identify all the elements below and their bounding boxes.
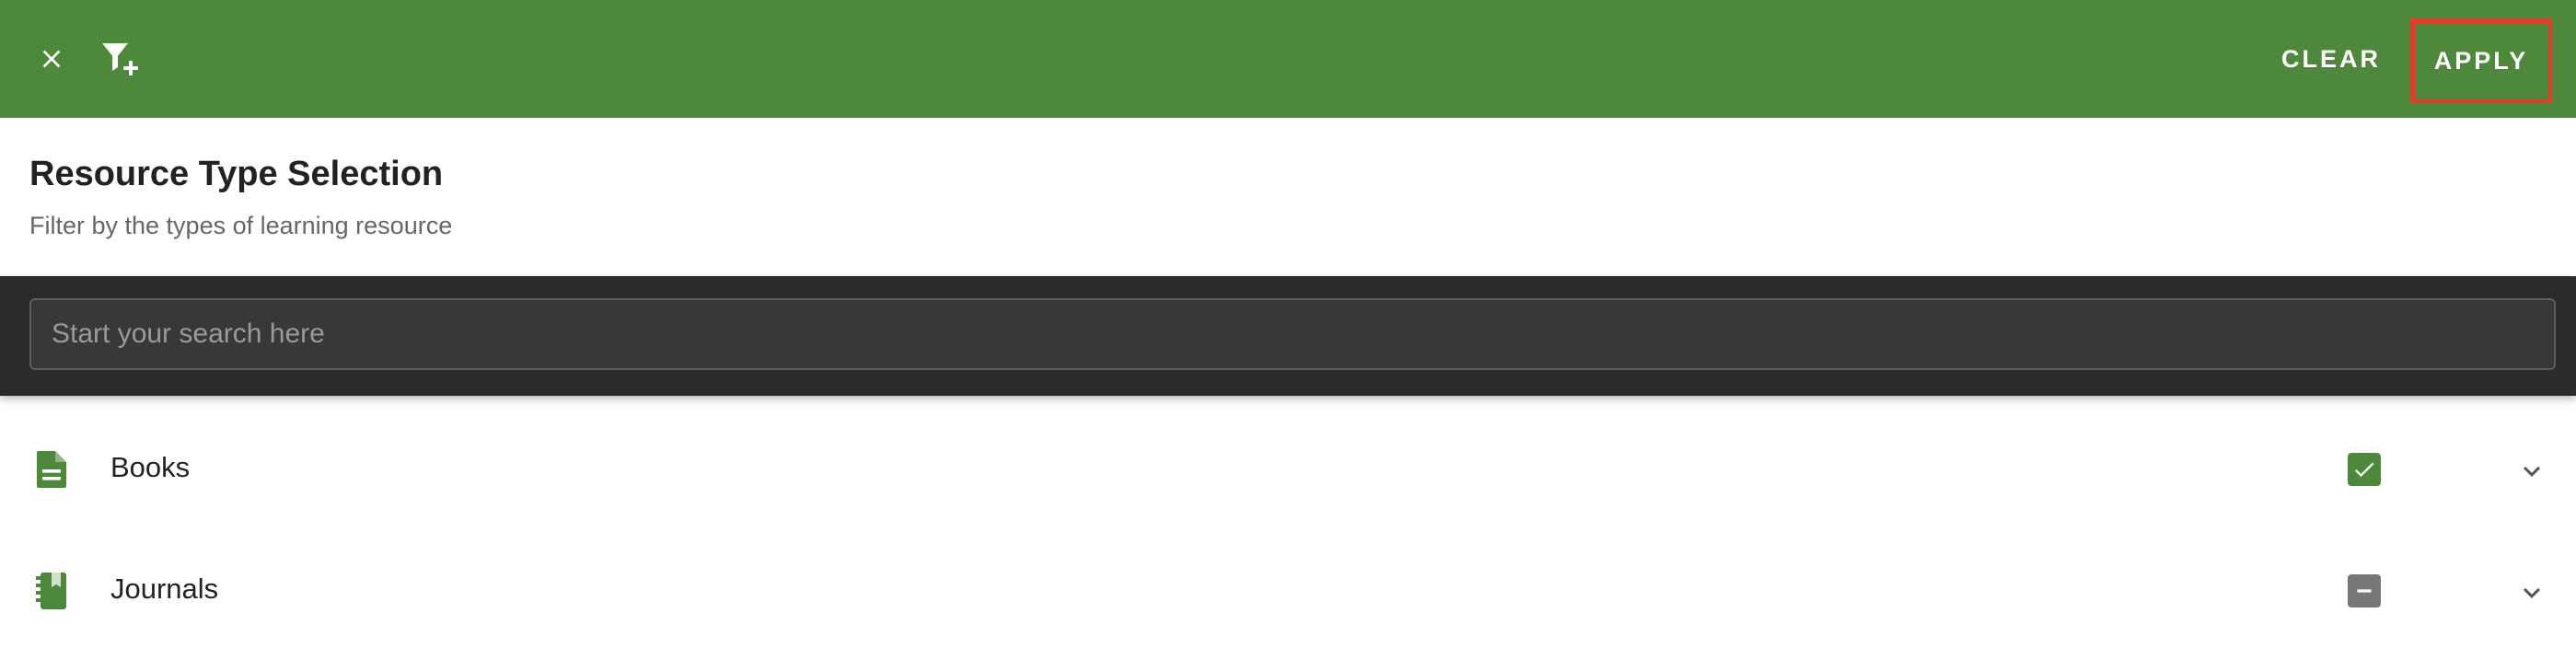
- add-filter-button[interactable]: [92, 33, 147, 85]
- expand-books-button[interactable]: [2512, 451, 2552, 492]
- chevron-down-icon: [2524, 587, 2540, 598]
- close-button[interactable]: [28, 33, 75, 85]
- journal-icon: [31, 571, 72, 611]
- document-icon: [31, 449, 72, 490]
- chevron-down-icon: [2524, 466, 2540, 477]
- search-input[interactable]: [29, 298, 2556, 370]
- checkmark-icon: [2354, 462, 2374, 478]
- books-checkbox[interactable]: [2348, 453, 2381, 486]
- journals-checkbox[interactable]: [2348, 574, 2381, 608]
- page-subtitle: Filter by the types of learning resource: [29, 212, 453, 239]
- filter-plus-icon: [102, 43, 138, 75]
- page-title: Resource Type Selection: [29, 155, 444, 193]
- filter-dialog: CLEAR APPLY Resource Type Selection Filt…: [0, 0, 2576, 648]
- list-item-label: Journals: [110, 573, 219, 605]
- app-bar: CLEAR APPLY: [0, 0, 2576, 118]
- apply-button[interactable]: APPLY: [2410, 18, 2552, 103]
- expand-journals-button[interactable]: [2512, 573, 2552, 613]
- section-header: Resource Type Selection Filter by the ty…: [0, 118, 2576, 276]
- minus-icon: [2357, 589, 2372, 593]
- clear-button[interactable]: CLEAR: [2274, 33, 2388, 85]
- list-item-label: Books: [110, 451, 191, 483]
- search-bar: [0, 276, 2576, 396]
- list-item-journals[interactable]: Journals: [0, 530, 2576, 648]
- close-icon: [42, 50, 61, 68]
- list-item-books[interactable]: Books: [0, 409, 2576, 530]
